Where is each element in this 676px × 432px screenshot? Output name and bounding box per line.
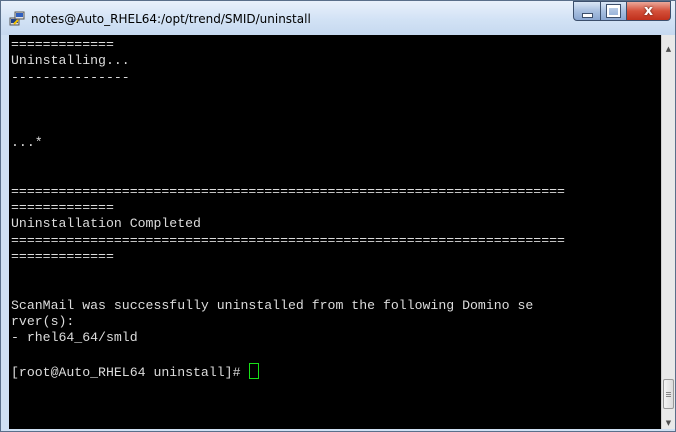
terminal-line: Uninstallation Completed bbox=[11, 216, 201, 232]
terminal-line: ========================================… bbox=[11, 183, 565, 199]
terminal-line: Uninstalling... bbox=[11, 53, 130, 69]
terminal-line: - rhel64_64/smld bbox=[11, 330, 138, 346]
grip-line bbox=[666, 396, 671, 397]
terminal-prompt-line: [root@Auto_RHEL64 uninstall]# bbox=[11, 362, 565, 380]
shell-prompt: [root@Auto_RHEL64 uninstall]# bbox=[11, 364, 249, 380]
putty-icon[interactable] bbox=[9, 11, 25, 27]
window-title: notes@Auto_RHEL64:/opt/trend/SMID/uninst… bbox=[31, 12, 311, 26]
terminal-line: ScanMail was successfully uninstalled fr… bbox=[11, 297, 534, 313]
terminal-line: ============= bbox=[11, 37, 114, 52]
maximize-icon bbox=[607, 5, 620, 17]
scrollbar-thumb[interactable] bbox=[663, 379, 674, 409]
terminal-output[interactable]: ============= Uninstalling... ------------… bbox=[9, 35, 661, 429]
minimize-button[interactable] bbox=[573, 1, 601, 21]
terminal-line: ========================================… bbox=[11, 232, 565, 248]
scroll-down-arrow-icon[interactable]: ▼ bbox=[662, 419, 675, 427]
scroll-up-arrow-icon[interactable]: ▲ bbox=[662, 45, 675, 53]
minimize-icon bbox=[581, 12, 593, 18]
terminal-line: rver(s): bbox=[11, 314, 75, 330]
terminal-line: ============= bbox=[11, 199, 114, 215]
terminal-line: --------------- bbox=[11, 69, 130, 85]
title-bar[interactable]: notes@Auto_RHEL64:/opt/trend/SMID/uninst… bbox=[1, 1, 675, 35]
terminal-text: ============= Uninstalling... ------------… bbox=[11, 37, 565, 380]
vertical-scrollbar[interactable]: ▲ ▼ bbox=[661, 35, 675, 429]
text-cursor bbox=[249, 362, 260, 379]
maximize-button[interactable] bbox=[600, 1, 627, 21]
close-icon: x bbox=[643, 3, 654, 19]
grip-line bbox=[666, 394, 671, 395]
terminal-line: ...* bbox=[11, 134, 43, 150]
terminal-window: notes@Auto_RHEL64:/opt/trend/SMID/uninst… bbox=[0, 0, 676, 432]
grip-line bbox=[666, 392, 671, 393]
terminal-line: ============= bbox=[11, 248, 114, 264]
close-button[interactable]: x bbox=[626, 1, 671, 21]
